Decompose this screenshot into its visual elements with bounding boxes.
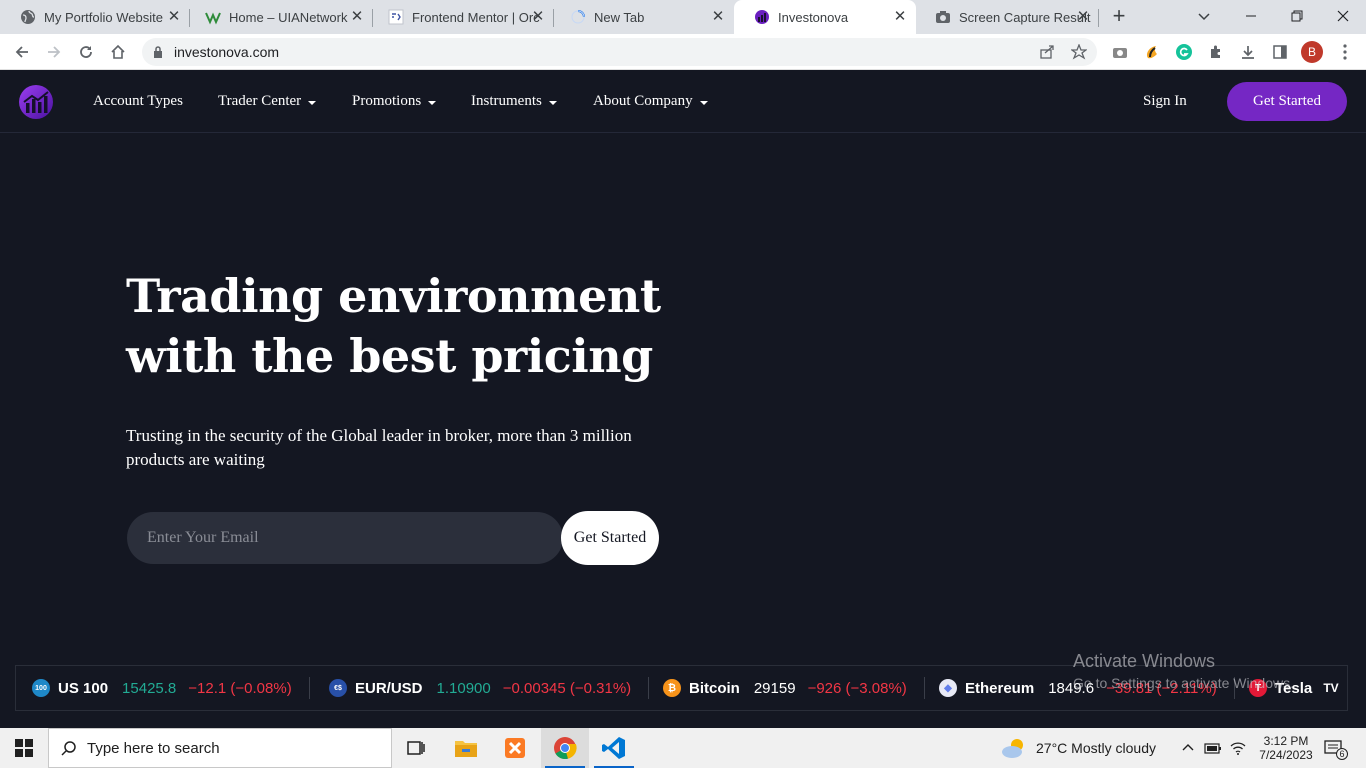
frontend-mentor-icon [388,9,404,25]
new-tab-button[interactable]: + [1108,5,1130,28]
tab-my-portfolio[interactable]: My Portfolio Website ✕ [0,0,190,34]
close-tab-icon[interactable]: ✕ [349,9,365,25]
bitcoin-icon: ₿ [663,679,681,697]
clock[interactable]: 3:12 PM 7/24/2023 [1256,728,1316,768]
browser-toolbar: investonova.com B [0,34,1366,70]
investonova-logo[interactable] [18,84,54,120]
ticker-divider [923,677,925,699]
nav-account-types[interactable]: Account Types [93,93,183,110]
xampp-icon[interactable] [491,728,539,768]
tab-search-chevron-icon[interactable] [1196,8,1212,29]
ticker-item-eurusd[interactable]: €$ EUR/USD 1.10900 −0.00345 (−0.31%) [329,666,650,710]
nav-promotions[interactable]: Promotions [352,93,437,110]
tab-investonova[interactable]: Investonova ✕ [734,0,916,34]
tab-screen-capture[interactable]: Screen Capture Result ✕ [915,0,1099,34]
ticker-divider [308,677,310,699]
vscode-icon[interactable] [590,728,638,768]
ethereum-icon: ◆ [939,679,957,697]
tab-uianetwork[interactable]: Home – UIANetwork ✕ [185,0,373,34]
us100-icon: 100 [32,679,50,697]
loading-icon [570,9,586,25]
camera-icon [935,9,951,25]
caret-down-icon [308,100,317,105]
screenshot-extension-icon[interactable] [1111,43,1129,61]
lock-icon[interactable] [152,45,164,64]
restore-window-button[interactable] [1289,8,1305,29]
browser-tab-strip: My Portfolio Website ✕ Home – UIANetwork… [0,0,1366,34]
start-button[interactable] [0,728,48,768]
uia-icon [205,9,221,25]
side-panel-icon[interactable] [1271,43,1289,61]
close-tab-icon[interactable]: ✕ [530,9,546,25]
hero-subtitle: Trusting in the security of the Global l… [126,426,632,469]
investonova-icon [754,9,770,25]
forward-button[interactable] [41,39,67,65]
email-input[interactable] [127,512,563,564]
battery-icon[interactable] [1204,728,1222,768]
browser-menu-icon[interactable] [1337,43,1353,66]
minimize-window-button[interactable] [1243,8,1259,29]
eurusd-icon: €$ [329,679,347,697]
extensions-puzzle-icon[interactable] [1207,43,1225,61]
wifi-icon[interactable] [1229,728,1247,768]
notifications-icon[interactable]: 6 [1324,728,1348,768]
color-extension-icon[interactable] [1143,43,1161,61]
cloudy-sun-icon [1000,737,1028,759]
close-window-button[interactable] [1335,8,1351,29]
hero-title: Trading environment with the best pricin… [126,269,661,383]
close-tab-icon[interactable]: ✕ [1075,9,1091,25]
nav-about-company[interactable]: About Company [593,93,708,110]
sign-in-link[interactable]: Sign In [1143,93,1187,110]
hero-get-started-button[interactable]: Get Started [561,511,659,565]
show-hidden-icons-chevron-icon[interactable] [1181,728,1195,768]
reload-button[interactable] [73,39,99,65]
email-field-wrapper [127,512,563,564]
globe-icon [20,9,36,25]
file-explorer-icon[interactable] [442,728,490,768]
weather-widget[interactable]: 27°C Mostly cloudy [1000,728,1156,768]
notification-count-badge: 6 [1336,748,1348,760]
investonova-page: Account Types Trader Center Promotions I… [0,71,1366,711]
url-text: investonova.com [174,44,280,60]
tab-new-tab[interactable]: New Tab ✕ [550,0,734,34]
back-button[interactable] [9,39,35,65]
close-tab-icon[interactable]: ✕ [710,9,726,25]
caret-down-icon [699,100,708,105]
ticker-item-bitcoin[interactable]: ₿ Bitcoin 29159 −926 (−3.08%) [663,666,925,710]
caret-down-icon [548,100,557,105]
chrome-taskbar-icon[interactable] [541,728,589,768]
header-get-started-button[interactable]: Get Started [1227,82,1347,121]
profile-avatar[interactable]: B [1301,41,1323,63]
download-icon[interactable] [1239,43,1257,61]
address-bar[interactable]: investonova.com [142,38,1097,66]
search-icon [61,740,77,756]
close-tab-icon[interactable]: ✕ [892,9,908,25]
ticker-item-us100[interactable]: 100 US 100 15425.8 −12.1 (−0.08%) [32,666,310,710]
tradingview-logo-icon[interactable]: TV [1320,677,1342,699]
nav-trader-center[interactable]: Trader Center [218,93,317,110]
grammarly-icon[interactable] [1175,43,1193,61]
site-header: Account Types Trader Center Promotions I… [0,71,1366,133]
close-tab-icon[interactable]: ✕ [166,9,182,25]
activate-windows-watermark: Activate Windows Go to Settings to activ… [1073,651,1294,691]
share-icon[interactable] [1039,44,1055,65]
windows-taskbar: Type here to search 27°C Mostly cloudy 3… [0,728,1366,768]
ticker-divider [648,677,650,699]
bookmark-star-icon[interactable] [1070,43,1088,65]
home-button[interactable] [105,39,131,65]
tab-frontend-mentor[interactable]: Frontend Mentor | Orc ✕ [368,0,554,34]
caret-down-icon [428,100,437,105]
task-view-icon[interactable] [392,728,440,768]
taskbar-search-box[interactable]: Type here to search [48,728,392,768]
nav-instruments[interactable]: Instruments [471,93,557,110]
